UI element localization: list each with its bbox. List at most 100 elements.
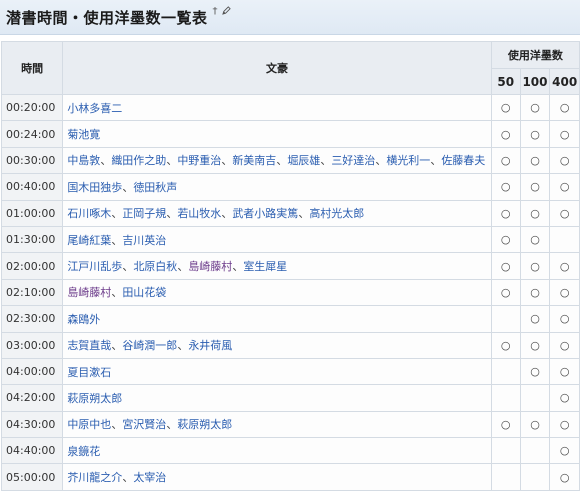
ink-400-mark: ○ <box>549 199 580 227</box>
table-row: 02:10:00 島崎藤村、田山花袋 ○ ○ ○ <box>0 278 580 307</box>
author-separator: 、 <box>221 154 233 168</box>
author-link[interactable]: 夏目漱石 <box>67 366 111 379</box>
author-link[interactable]: 国木田独歩 <box>67 181 122 194</box>
author-separator: 、 <box>375 154 387 168</box>
ink-100-mark: ○ <box>519 225 551 254</box>
ink-100-mark: ○ <box>519 252 551 280</box>
author-link[interactable]: 永井荷風 <box>188 339 232 352</box>
ink-100-mark: ○ <box>519 331 551 359</box>
author-link[interactable]: 太宰治 <box>133 471 166 484</box>
author-link[interactable]: 佐藤春夫 <box>441 154 485 167</box>
author-link[interactable]: 三好達治 <box>331 154 375 167</box>
author-separator: 、 <box>111 339 123 353</box>
author-link[interactable]: 島崎藤村 <box>67 286 111 299</box>
ink-50-mark: ○ <box>490 331 521 359</box>
ink-100-mark: ○ <box>519 120 551 148</box>
authors-cell: 中原中也、宮沢賢治、萩原朔太郎 <box>62 410 492 439</box>
author-link[interactable]: 堀辰雄 <box>287 154 320 167</box>
author-separator: 、 <box>177 260 189 274</box>
author-link[interactable]: 横光利一 <box>386 154 430 167</box>
ink-table: 時間 文豪 使用洋墨数 50 100 400 00:20:00 小林多喜二 ○ ○ ○ 0… <box>0 41 580 491</box>
author-link[interactable]: 室生犀星 <box>243 260 287 273</box>
pencil-icon-svg <box>221 6 231 15</box>
ink-50-mark <box>490 463 521 491</box>
ink-50-mark: ○ <box>490 93 521 122</box>
authors-cell: 菊池寛 <box>62 120 492 148</box>
table-row: 02:00:00 江戸川乱歩、北原白秋、島崎藤村、室生犀星 ○ ○ ○ <box>0 252 580 280</box>
author-link[interactable]: 中野重治 <box>177 154 221 167</box>
author-link[interactable]: 吉川英治 <box>122 234 166 247</box>
author-link[interactable]: 中原中也 <box>67 418 111 431</box>
ink-100-mark: ○ <box>519 357 551 386</box>
author-separator: 、 <box>111 418 123 432</box>
author-link[interactable]: 高村光太郎 <box>309 207 364 220</box>
time-cell: 02:30:00 <box>0 305 64 333</box>
pencil-icon[interactable] <box>221 6 231 18</box>
dagger-link[interactable]: † <box>213 6 218 17</box>
ink-50-mark: ○ <box>490 146 521 175</box>
table-row: 04:30:00 中原中也、宮沢賢治、萩原朔太郎 ○ ○ ○ <box>0 410 580 439</box>
header-time: 時間 <box>0 41 64 95</box>
ink-50-mark: ○ <box>490 199 521 227</box>
author-link[interactable]: 中島敦 <box>67 154 100 167</box>
ink-50-mark: ○ <box>490 252 521 280</box>
header-ink: 使用洋墨数 <box>490 41 580 69</box>
ink-100-mark <box>519 463 551 491</box>
author-separator: 、 <box>166 207 178 221</box>
table-body: 00:20:00 小林多喜二 ○ ○ ○ 00:24:00 菊池寛 ○ ○ ○ 00:30:00 中島… <box>0 93 580 491</box>
time-cell: 03:00:00 <box>0 331 64 359</box>
ink-50-mark: ○ <box>490 410 521 439</box>
author-link[interactable]: 志賀直哉 <box>67 339 111 352</box>
author-link[interactable]: 森鴎外 <box>67 313 100 326</box>
ink-50-mark <box>490 384 521 412</box>
table-row: 00:40:00 国木田独歩、徳田秋声 ○ ○ ○ <box>0 173 580 201</box>
author-separator: 、 <box>276 154 288 168</box>
ink-400-mark <box>549 225 580 254</box>
ink-400-mark: ○ <box>549 120 580 148</box>
author-link[interactable]: 武者小路実篤 <box>232 207 298 220</box>
author-link[interactable]: 織田作之助 <box>111 154 166 167</box>
author-link[interactable]: 泉鏡花 <box>67 445 100 458</box>
time-cell: 04:30:00 <box>0 410 64 439</box>
table-row: 04:40:00 泉鏡花 ○ <box>0 437 580 465</box>
ink-400-mark: ○ <box>549 331 580 359</box>
author-separator: 、 <box>100 154 112 168</box>
ink-400-mark: ○ <box>549 278 580 307</box>
ink-50-mark <box>490 305 521 333</box>
author-link[interactable]: 萩原朔太郎 <box>67 392 122 405</box>
author-link[interactable]: 宮沢賢治 <box>122 418 166 431</box>
time-cell: 00:40:00 <box>0 173 64 201</box>
table-row: 00:20:00 小林多喜二 ○ ○ ○ <box>0 93 580 122</box>
authors-cell: 森鴎外 <box>62 305 492 333</box>
author-link[interactable]: 菊池寛 <box>67 128 100 141</box>
authors-cell: 島崎藤村、田山花袋 <box>62 278 492 307</box>
table-row: 05:00:00 芥川龍之介、太宰治 ○ <box>0 463 580 491</box>
author-link[interactable]: 小林多喜二 <box>67 102 122 115</box>
author-separator: 、 <box>166 418 178 432</box>
author-link[interactable]: 田山花袋 <box>122 286 166 299</box>
author-separator: 、 <box>111 233 123 247</box>
author-link[interactable]: 石川啄木 <box>67 207 111 220</box>
author-link[interactable]: 北原白秋 <box>133 260 177 273</box>
ink-400-mark: ○ <box>549 173 580 201</box>
ink-50-mark <box>490 357 521 386</box>
ink-400-mark: ○ <box>549 93 580 122</box>
author-link[interactable]: 徳田秋声 <box>133 181 177 194</box>
table-row: 03:00:00 志賀直哉、谷崎潤一郎、永井荷風 ○ ○ ○ <box>0 331 580 359</box>
author-link[interactable]: 谷崎潤一郎 <box>122 339 177 352</box>
author-link[interactable]: 島崎藤村 <box>188 260 232 273</box>
author-link[interactable]: 江戸川乱歩 <box>67 260 122 273</box>
ink-50-mark <box>490 437 521 465</box>
author-separator: 、 <box>122 180 134 194</box>
table-row: 04:00:00 夏目漱石 ○ ○ <box>0 357 580 386</box>
author-link[interactable]: 新美南吉 <box>232 154 276 167</box>
time-cell: 05:00:00 <box>0 463 64 491</box>
author-link[interactable]: 若山牧水 <box>177 207 221 220</box>
author-link[interactable]: 萩原朔太郎 <box>177 418 232 431</box>
page-title: 潜書時間・使用洋墨数一覧表 <box>6 8 208 27</box>
author-link[interactable]: 正岡子規 <box>122 207 166 220</box>
authors-cell: 萩原朔太郎 <box>62 384 492 412</box>
author-link[interactable]: 芥川龍之介 <box>67 471 122 484</box>
author-link[interactable]: 尾崎紅葉 <box>67 234 111 247</box>
ink-50-mark: ○ <box>490 120 521 148</box>
